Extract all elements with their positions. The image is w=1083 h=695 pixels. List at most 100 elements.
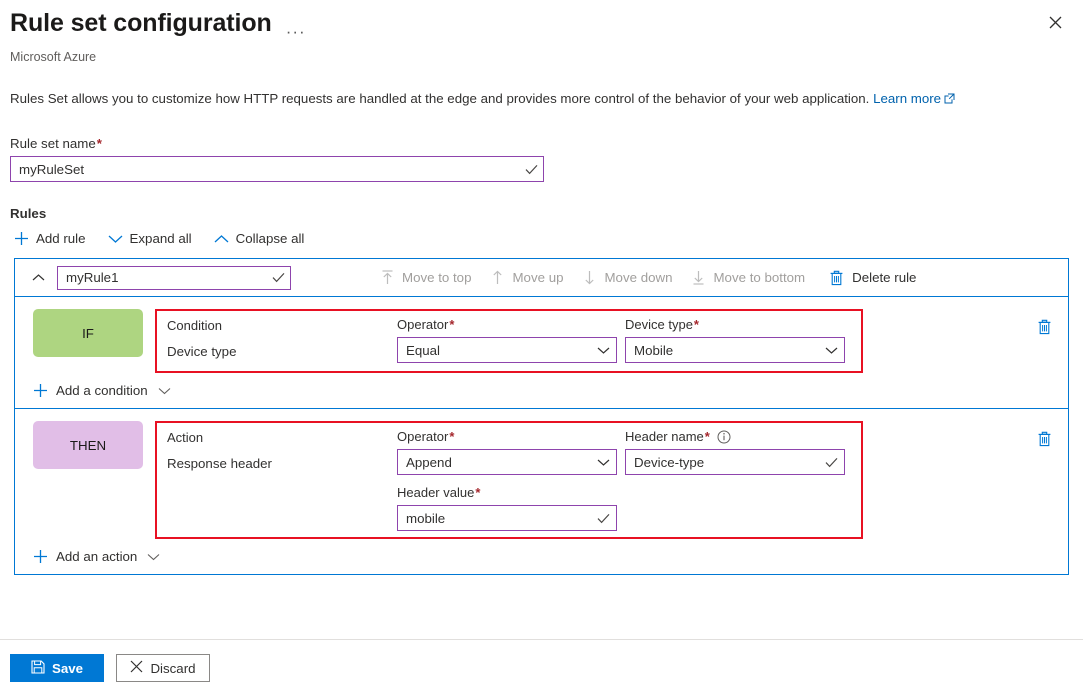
condition-highlight-box: Condition Device type Operator* Equal (155, 309, 863, 373)
add-action-button[interactable]: Add an action (33, 549, 1068, 564)
save-button[interactable]: Save (10, 654, 104, 682)
condition-column-header: Condition (167, 317, 397, 334)
external-link-icon (944, 91, 955, 109)
add-condition-label: Add a condition (56, 383, 148, 398)
move-up-button[interactable]: Move up (491, 270, 563, 285)
required-asterisk: * (97, 136, 102, 151)
valid-check-icon (519, 164, 543, 175)
delete-action-button[interactable] (1037, 431, 1052, 447)
rules-toolbar: Add rule Expand all Collapse all (14, 231, 1083, 246)
discard-icon (130, 660, 143, 676)
action-operator-label-text: Operator (397, 428, 448, 445)
footer-divider (0, 639, 1083, 640)
panel-subtitle: Microsoft Azure (10, 50, 1083, 64)
close-icon[interactable] (1041, 8, 1069, 36)
plus-icon (14, 231, 29, 246)
delete-rule-button[interactable]: Delete rule (829, 270, 916, 286)
condition-operator-label-text: Operator (397, 316, 448, 333)
learn-more-label: Learn more (873, 91, 941, 106)
required-asterisk: * (705, 428, 710, 445)
chevron-down-icon (590, 346, 616, 355)
condition-value-value: Mobile (626, 343, 818, 358)
header-name-input-wrapper[interactable]: Device-type (625, 449, 845, 475)
then-badge: THEN (33, 421, 143, 469)
rule-card: Move to top Move up Move down (14, 258, 1069, 575)
action-block: THEN Action Response header Operator * (15, 409, 1068, 574)
move-to-top-button[interactable]: Move to top (381, 270, 471, 285)
condition-value-label-text: Device type (625, 316, 693, 333)
title-row: Rule set configuration ··· (10, 8, 1083, 47)
action-column-header: Action (167, 429, 397, 446)
condition-block: IF Condition Device type Operator* (15, 297, 1068, 409)
action-operator-column: Operator * Append Header value* (397, 428, 625, 531)
required-asterisk: * (475, 484, 480, 501)
condition-type-value: Device type (167, 343, 397, 360)
condition-operator-label: Operator* (397, 316, 625, 333)
move-to-bottom-label: Move to bottom (713, 270, 805, 285)
rule-set-name-input[interactable] (11, 157, 519, 181)
discard-button[interactable]: Discard (116, 654, 210, 682)
collapse-all-button[interactable]: Collapse all (214, 231, 305, 246)
add-rule-button[interactable]: Add rule (14, 231, 86, 246)
rule-set-name-input-wrapper[interactable] (10, 156, 544, 182)
footer-actions: Save Discard (10, 654, 210, 682)
chevron-down-icon (590, 458, 616, 467)
info-icon[interactable] (717, 430, 731, 444)
collapse-all-label: Collapse all (236, 231, 305, 246)
valid-check-icon (590, 513, 616, 524)
add-action-label: Add an action (56, 549, 137, 564)
more-options-icon[interactable]: ··· (286, 17, 306, 47)
move-down-button[interactable]: Move down (583, 270, 672, 285)
rule-name-input[interactable] (58, 267, 266, 289)
action-highlight-box: Action Response header Operator * Append (155, 421, 863, 539)
header-value-input-wrapper[interactable]: mobile (397, 505, 617, 531)
action-columns: Action Response header Operator * Append (167, 428, 861, 531)
valid-check-icon (818, 457, 844, 468)
arrow-to-top-icon (381, 270, 394, 285)
condition-value-select[interactable]: Mobile (625, 337, 845, 363)
rule-header: Move to top Move up Move down (15, 259, 1068, 297)
page-title: Rule set configuration (10, 8, 272, 38)
rules-section-title: Rules (10, 206, 1083, 221)
add-condition-button[interactable]: Add a condition (33, 383, 1068, 398)
plus-icon (33, 383, 48, 398)
rule-set-name-field: Rule set name* (10, 136, 1083, 182)
chevron-down-icon (108, 234, 123, 244)
header-value-value: mobile (398, 511, 590, 526)
move-to-bottom-button[interactable]: Move to bottom (692, 270, 805, 285)
add-rule-label: Add rule (36, 231, 86, 246)
header-name-column: Header name* Device-type (625, 428, 855, 531)
arrow-to-bottom-icon (692, 270, 705, 285)
header-value-label: Header value* (397, 484, 625, 501)
rule-move-toolbar: Move to top Move up Move down (381, 270, 916, 286)
required-asterisk: * (449, 316, 454, 333)
arrow-down-icon (583, 270, 596, 285)
move-to-top-label: Move to top (402, 270, 471, 285)
header-value-label-text: Header value (397, 484, 474, 501)
rule-set-name-label-text: Rule set name (10, 136, 96, 151)
rule-name-valid-check-icon (266, 272, 290, 283)
header-name-label-text: Header name (625, 428, 704, 445)
learn-more-link[interactable]: Learn more (873, 91, 955, 106)
condition-operator-column: Operator* Equal (397, 316, 625, 363)
condition-row: IF Condition Device type Operator* (15, 309, 1068, 373)
condition-columns: Condition Device type Operator* Equal (167, 316, 861, 363)
chevron-down-icon (158, 387, 171, 395)
rule-set-name-label: Rule set name* (10, 136, 1083, 151)
rule-collapse-icon[interactable] (25, 265, 51, 291)
action-type-value: Response header (167, 455, 397, 472)
delete-rule-label: Delete rule (852, 270, 916, 285)
expand-all-button[interactable]: Expand all (108, 231, 192, 246)
condition-description-column: Condition Device type (167, 316, 397, 363)
chevron-up-icon (214, 234, 229, 244)
arrow-up-icon (491, 270, 504, 285)
rule-name-input-wrapper[interactable] (57, 266, 291, 290)
panel-description: Rules Set allows you to customize how HT… (10, 90, 1083, 109)
action-operator-select[interactable]: Append (397, 449, 617, 475)
trash-icon (829, 270, 844, 286)
condition-value-label: Device type* (625, 316, 855, 333)
expand-all-label: Expand all (130, 231, 192, 246)
discard-label: Discard (150, 661, 195, 676)
delete-condition-button[interactable] (1037, 319, 1052, 335)
condition-operator-select[interactable]: Equal (397, 337, 617, 363)
